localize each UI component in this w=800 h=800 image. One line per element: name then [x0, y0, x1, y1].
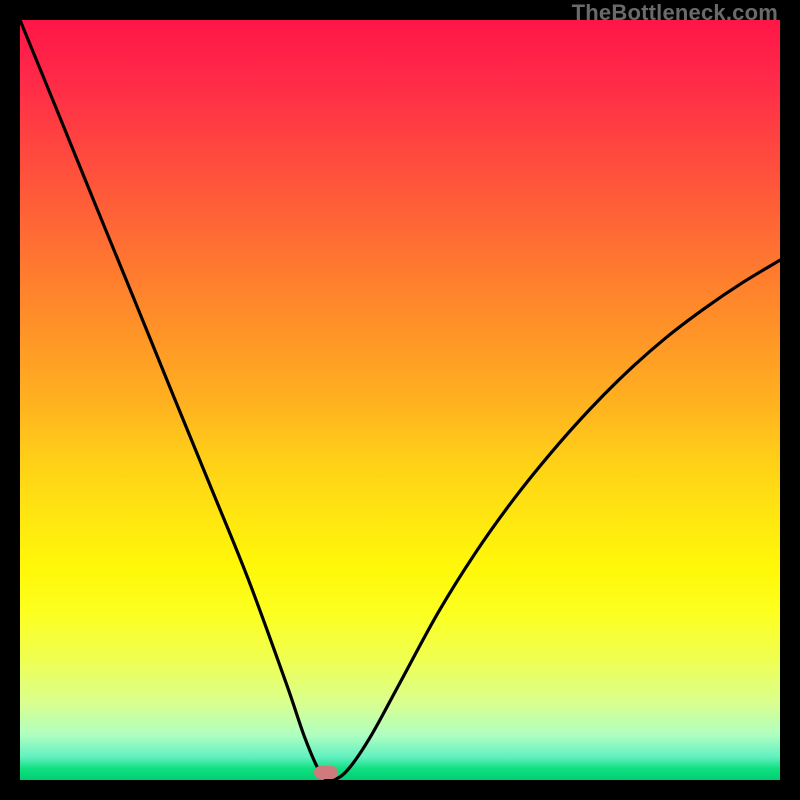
chart-frame: TheBottleneck.com: [0, 0, 800, 800]
curve-svg: [20, 20, 780, 780]
optimum-marker: [314, 766, 338, 779]
plot-area: [20, 20, 780, 780]
bottleneck-curve: [20, 20, 780, 780]
